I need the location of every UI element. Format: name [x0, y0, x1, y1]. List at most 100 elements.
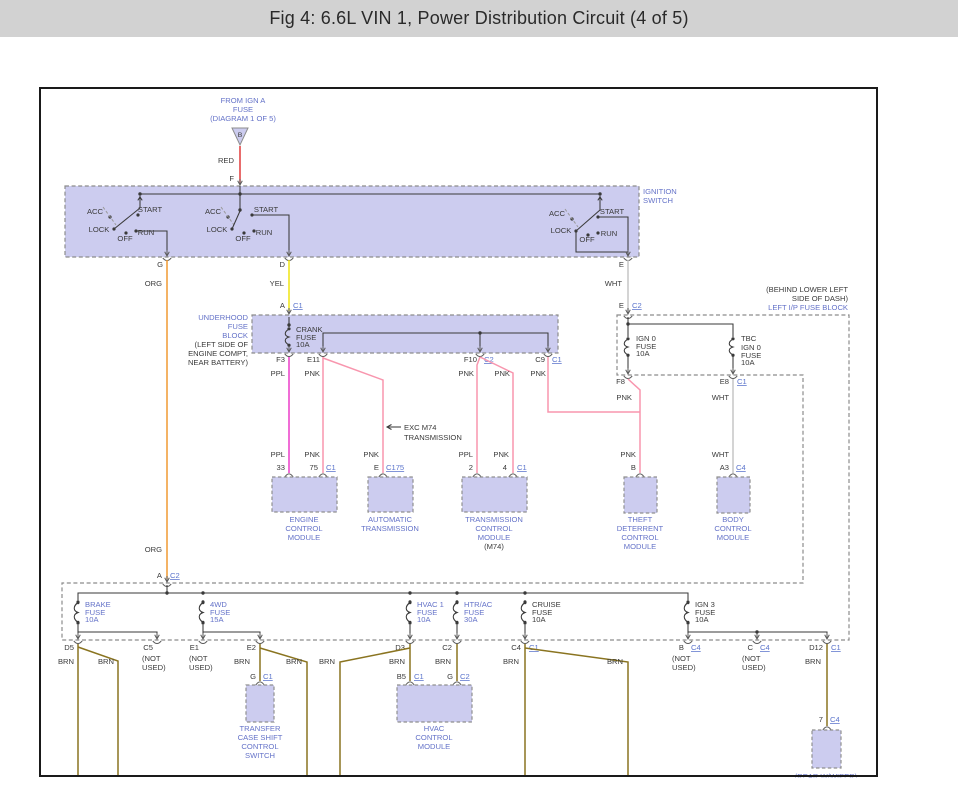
- hvac1-fuse: [406, 600, 411, 625]
- theft-deterrent-module-box: [624, 477, 657, 513]
- exc-m74-annotation: EXC M74 TRANSMISSION: [387, 423, 462, 442]
- bcm-label-3: MODULE: [717, 533, 750, 542]
- run-label: RUN: [138, 228, 154, 237]
- svg-text:USED): USED): [189, 663, 213, 672]
- exc-line-1: EXC M74: [404, 423, 437, 432]
- pin-b2-conn: C4: [691, 643, 701, 652]
- terminal-e8: [729, 368, 737, 379]
- ignition-switch-name-1: IGNITION: [643, 187, 677, 196]
- pin-d12: D12: [809, 643, 823, 652]
- cruise-fuse: [521, 600, 526, 625]
- triangle-connector-label: B: [238, 132, 243, 139]
- pnk-wire-f10-2: [477, 357, 480, 473]
- transfer-case-switch-box: [246, 685, 274, 722]
- start-label: START: [254, 205, 279, 214]
- terminal-f8: [624, 368, 632, 379]
- svg-text:BRN: BRN: [805, 657, 821, 666]
- pin-c9-conn: C1: [552, 355, 562, 364]
- yel-wire-label: YEL: [270, 279, 284, 288]
- off-label: OFF: [235, 234, 251, 243]
- terminal-c5: [153, 633, 161, 644]
- pin-f-label: F: [229, 174, 234, 183]
- exc-line-2: TRANSMISSION: [404, 433, 462, 442]
- wire-label: WHT: [712, 450, 730, 459]
- svg-text:10A: 10A: [532, 615, 546, 624]
- at-label-1: AUTOMATIC: [368, 515, 413, 524]
- wire-label: PNK: [304, 450, 320, 459]
- run-label: RUN: [601, 229, 617, 238]
- off-label: OFF: [117, 234, 133, 243]
- pin-g2-conn: C2: [460, 672, 470, 681]
- htrac-fuse: [453, 600, 458, 625]
- pin-7-conn: C4: [830, 715, 840, 724]
- lock-label: LOCK: [89, 225, 110, 234]
- acc-label: ACC: [205, 207, 222, 216]
- f8-wire-label: PNK: [616, 393, 632, 402]
- svg-text:BRN: BRN: [389, 657, 405, 666]
- run-label: RUN: [256, 228, 272, 237]
- transfer-label-1: TRANSFER: [240, 724, 281, 733]
- hvac-control-module-box: [397, 685, 472, 722]
- svg-text:USED): USED): [142, 663, 166, 672]
- bottom-clip: [0, 778, 958, 811]
- ignition-switch-name-2: SWITCH: [643, 196, 673, 205]
- ign0-fuse-amps: 10A: [636, 349, 650, 358]
- ip-loc-1: (BEHIND LOWER LEFT: [766, 285, 848, 294]
- wire-label: PNK: [363, 450, 379, 459]
- pin-e11-label: E11: [307, 355, 320, 364]
- entry-e-conn: C2: [632, 301, 642, 310]
- theft-label-2: DETERRENT: [617, 524, 664, 533]
- terminal-c4: [521, 633, 529, 644]
- wire-label: PNK: [493, 450, 509, 459]
- source-line-2: FUSE: [233, 105, 253, 114]
- theft-label-4: MODULE: [624, 542, 657, 551]
- pin-c-conn: C4: [760, 643, 770, 652]
- pin-4: 4: [503, 463, 507, 472]
- ip-name: LEFT I/P FUSE BLOCK: [768, 303, 848, 312]
- pin-e2: E2: [247, 643, 256, 652]
- body-control-module-box: [717, 477, 750, 513]
- pin-c5: C5: [143, 643, 153, 652]
- pin-c9-label: C9: [535, 355, 545, 364]
- svg-text:30A: 30A: [464, 615, 478, 624]
- org-wire-label-2: ORG: [145, 545, 162, 554]
- acc-label: ACC: [549, 209, 566, 218]
- svg-text:10A: 10A: [85, 615, 99, 624]
- pin-b: B: [631, 463, 636, 472]
- wire-label: PPL: [271, 369, 285, 378]
- ufb-name-3: BLOCK: [222, 331, 248, 340]
- start-label: START: [600, 207, 625, 216]
- svg-text:10A: 10A: [695, 615, 709, 624]
- ignition-switch-box: [65, 186, 639, 257]
- svg-text:BRN: BRN: [435, 657, 451, 666]
- pin-e: E: [374, 463, 379, 472]
- pin-4-conn: C1: [517, 463, 527, 472]
- tcm-label-3: MODULE: [478, 533, 511, 542]
- hvac-label-2: CONTROL: [415, 733, 452, 742]
- wire-label: PPL: [271, 450, 285, 459]
- lower-fuse-section: A C2 BRAKE FUSE 10A 4WD FUSE 15A: [64, 571, 840, 672]
- pin-2: 2: [469, 463, 473, 472]
- hvac-label-3: MODULE: [418, 742, 451, 751]
- entry-e-label: E: [619, 301, 624, 310]
- svg-text:10A: 10A: [417, 615, 431, 624]
- tcm-label-2: CONTROL: [475, 524, 512, 533]
- terminal-c2: [453, 633, 461, 644]
- wht-wire-label: WHT: [605, 279, 623, 288]
- wiring-diagram-page: Fig 4: 6.6L VIN 1, Power Distribution Ci…: [0, 0, 958, 811]
- pin-33: 33: [277, 463, 285, 472]
- pin-d-label: D: [280, 260, 286, 269]
- org-wire-label: ORG: [145, 279, 162, 288]
- pin-f3-label: F3: [276, 355, 285, 364]
- entry-a2-label: A: [157, 571, 163, 580]
- pin-75: 75: [310, 463, 318, 472]
- hvac-label-1: HVAC: [424, 724, 445, 733]
- transmission-control-module-box: [462, 477, 527, 512]
- pin-f8-label: F8: [616, 377, 625, 386]
- svg-text:(NOT: (NOT: [142, 654, 161, 663]
- source-from-ign-a-fuse: FROM IGN A FUSE (DIAGRAM 1 OF 5) B RED F: [210, 96, 276, 190]
- ecm-label-3: MODULE: [288, 533, 321, 542]
- brake-fuse: [74, 600, 79, 625]
- svg-text:USED): USED): [742, 663, 766, 672]
- pin-c2: C2: [442, 643, 452, 652]
